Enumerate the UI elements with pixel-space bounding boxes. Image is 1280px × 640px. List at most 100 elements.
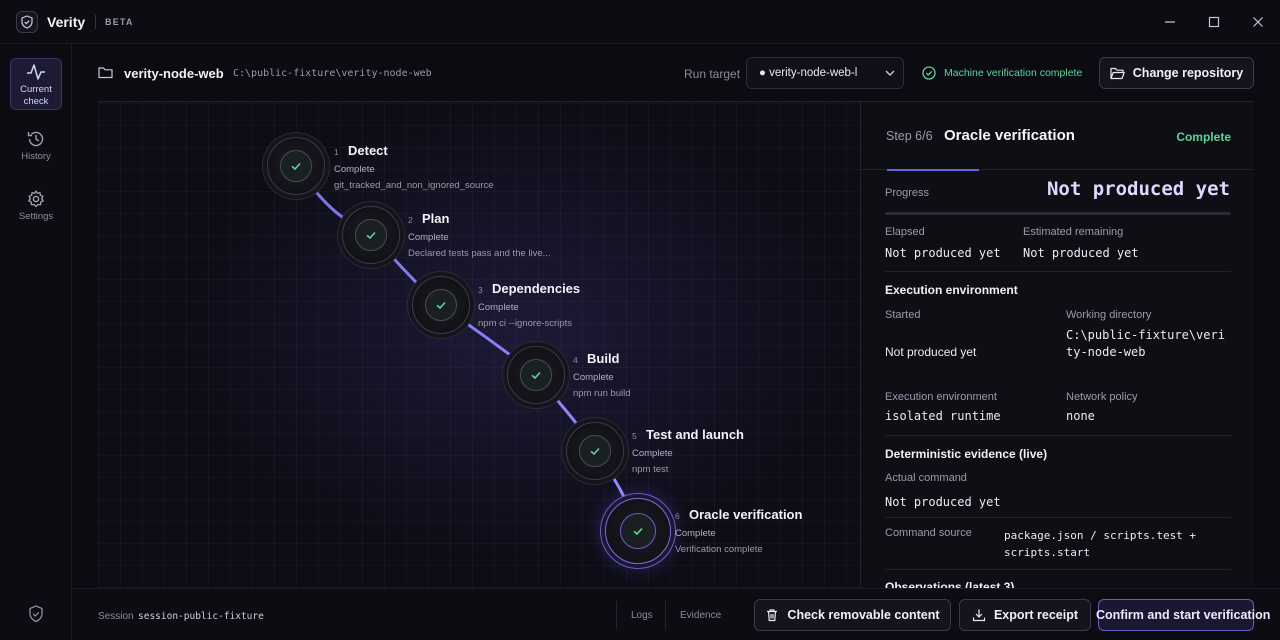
step-detail: Declared tests pass and the live... xyxy=(408,248,551,259)
check-removable-content-button[interactable]: Check removable content xyxy=(754,599,951,631)
exec-env-value: isolated runtime xyxy=(885,409,1001,423)
folder-icon xyxy=(98,65,113,82)
step-dependencies-node[interactable] xyxy=(412,276,470,334)
step-number: 3 xyxy=(478,285,483,295)
check-icon xyxy=(436,301,446,310)
repo-path: C:\public-fixture\verity-node-web xyxy=(233,68,432,79)
step-number: 1 xyxy=(334,147,339,157)
step-title: Oracle verification xyxy=(689,507,803,522)
network-value: none xyxy=(1066,409,1095,423)
check-circle-icon xyxy=(922,66,936,80)
bottom-bar: Session session-public-fixture Logs Evid… xyxy=(72,588,1280,640)
workdir-label: Working directory xyxy=(1066,309,1152,321)
started-label: Started xyxy=(885,309,921,321)
beta-badge: BETA xyxy=(105,17,134,27)
panel-title: Oracle verification xyxy=(944,127,1075,144)
step-number: 2 xyxy=(408,215,413,225)
run-target-select[interactable]: ● verity-node-web-l xyxy=(746,57,904,89)
section-divider xyxy=(885,271,1231,272)
shield-icon[interactable] xyxy=(26,604,46,627)
panel-status: Complete xyxy=(1176,130,1231,144)
check-icon xyxy=(366,231,376,240)
minimize-button[interactable] xyxy=(1160,12,1180,32)
command-source-label: Command source xyxy=(885,527,972,539)
repo-name: verity-node-web xyxy=(124,66,224,81)
nav-settings[interactable]: Settings xyxy=(10,186,62,238)
step-status: Complete xyxy=(632,448,673,459)
confirm-and-start-verification-label: Confirm and start verification xyxy=(1096,608,1271,622)
step-oracle-verification-node[interactable] xyxy=(605,498,671,564)
panel-header-accent xyxy=(887,169,979,171)
shield-logo-icon xyxy=(16,11,38,33)
history-icon xyxy=(27,131,44,147)
step-test-and-launch-node[interactable] xyxy=(566,422,624,480)
step-status: Complete xyxy=(478,302,519,313)
step-number: 4 xyxy=(573,355,578,365)
exec-env-label: Execution environment xyxy=(885,391,997,403)
bottom-divider xyxy=(665,601,666,629)
step-title: Dependencies xyxy=(492,281,581,296)
elapsed-label: Elapsed xyxy=(885,226,925,238)
actual-command-value: Not produced yet xyxy=(885,495,1001,509)
progress-value: Not produced yet xyxy=(1046,178,1230,200)
run-target-label: Run target xyxy=(684,67,741,81)
progress-label: Progress xyxy=(885,187,930,199)
step-status: Complete xyxy=(334,164,375,175)
step-title: Detect xyxy=(348,143,388,158)
gear-icon xyxy=(28,190,44,208)
title-divider xyxy=(95,15,96,29)
left-nav: Current check History Settings xyxy=(0,44,72,640)
nav-label-history: History xyxy=(21,151,51,162)
panel-header: Step 6/6 Oracle verification Complete xyxy=(861,102,1254,170)
change-repository-label: Change repository xyxy=(1132,66,1244,80)
nav-history[interactable]: History xyxy=(10,126,62,178)
started-value: Not produced yet xyxy=(885,345,977,359)
command-source-value: package.json / scripts.test + scripts.st… xyxy=(1004,529,1197,559)
step-detail: git_tracked_and_non_ignored_source xyxy=(334,180,494,191)
step-detect-node[interactable] xyxy=(267,137,325,195)
section-divider xyxy=(885,435,1231,436)
step-status: Complete xyxy=(675,528,716,539)
nav-current-check[interactable]: Current check xyxy=(10,58,62,110)
nav-label-settings: Settings xyxy=(18,211,54,222)
evidence-tab[interactable]: Evidence xyxy=(680,610,721,621)
maximize-button[interactable] xyxy=(1204,12,1224,32)
section-divider xyxy=(885,569,1231,570)
verification-status: Machine verification complete xyxy=(922,66,1082,80)
pipeline-canvas: 1 Detect Complete git_tracked_and_non_ig… xyxy=(98,102,860,588)
title-bar: Verity BETA xyxy=(0,0,1280,44)
app-name: Verity xyxy=(47,14,86,30)
bottom-divider xyxy=(616,601,617,629)
remaining-value: Not produced yet xyxy=(1023,246,1139,260)
remaining-label: Estimated remaining xyxy=(1023,226,1124,238)
check-icon xyxy=(531,371,541,380)
trash-icon xyxy=(767,609,778,622)
step-detail: npm test xyxy=(632,464,669,475)
export-receipt-button[interactable]: Export receipt xyxy=(959,599,1091,631)
progress-bar xyxy=(885,212,1231,215)
step-detail: npm ci --ignore-scripts xyxy=(478,318,572,329)
folder-open-icon xyxy=(1110,67,1125,80)
step-detail: Verification complete xyxy=(675,544,763,555)
step-plan-node[interactable] xyxy=(342,206,400,264)
step-number: 5 xyxy=(632,431,637,441)
verification-status-label: Machine verification complete xyxy=(944,67,1083,79)
close-window-button[interactable] xyxy=(1248,12,1268,32)
step-build-node[interactable] xyxy=(507,346,565,404)
section-divider xyxy=(885,517,1231,518)
session-label: Session xyxy=(98,611,134,622)
confirm-and-start-verification-button[interactable]: Confirm and start verification xyxy=(1096,599,1270,631)
change-repository-button[interactable]: Change repository xyxy=(1099,57,1254,89)
nav-label-current-check: Current check xyxy=(20,84,52,107)
download-icon xyxy=(972,609,986,622)
activity-icon xyxy=(27,64,45,80)
logs-tab[interactable]: Logs xyxy=(631,610,653,621)
actual-command-label: Actual command xyxy=(885,472,967,484)
check-icon xyxy=(291,162,301,171)
step-count: Step 6/6 xyxy=(886,129,933,143)
check-icon xyxy=(633,527,643,536)
step-status: Complete xyxy=(573,372,614,383)
observations-section-title: Observations (latest 3) xyxy=(885,580,1015,588)
session-id: session-public-fixture xyxy=(138,611,264,622)
check-removable-content-label: Check removable content xyxy=(787,608,940,622)
